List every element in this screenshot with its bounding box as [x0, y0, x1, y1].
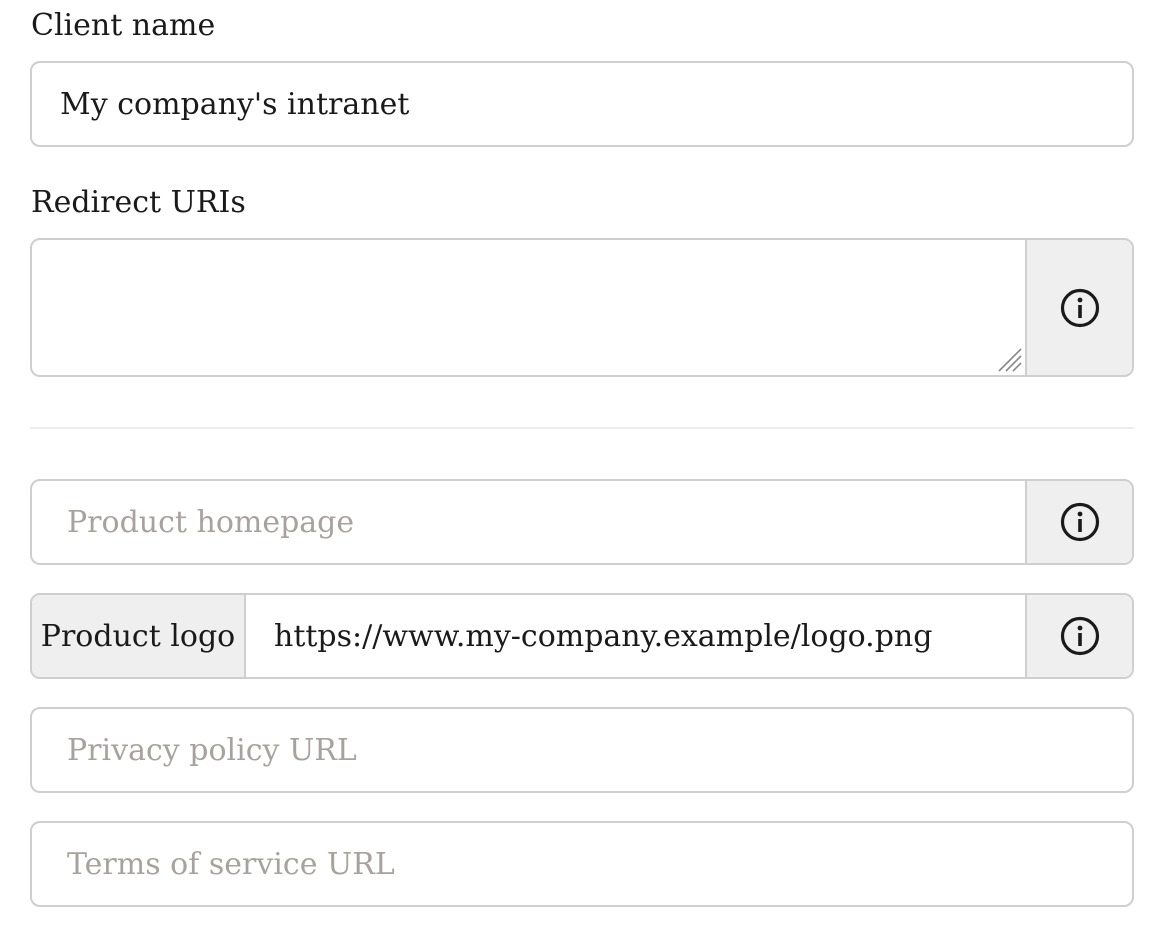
client-name-input[interactable]: My company's intranet	[30, 61, 1134, 147]
product-homepage-info-button[interactable]	[1025, 481, 1132, 563]
section-divider	[30, 427, 1134, 429]
product-logo-input[interactable]: https://www.my-company.example/logo.png	[246, 595, 1025, 677]
privacy-policy-group: Privacy policy URL	[30, 707, 1134, 793]
redirect-uris-info-button[interactable]	[1025, 240, 1132, 375]
product-logo-group: Product logo https://www.my-company.exam…	[30, 593, 1134, 679]
info-circle-icon	[1060, 616, 1099, 656]
redirect-uris-group	[30, 238, 1134, 377]
redirect-uris-textarea[interactable]	[32, 240, 1025, 375]
redirect-uris-label: Redirect URIs	[31, 185, 246, 220]
client-name-label: Client name	[31, 8, 216, 43]
client-name-value[interactable]: My company's intranet	[32, 63, 1132, 145]
resize-grip-icon[interactable]	[995, 345, 1023, 373]
product-homepage-group: Product homepage	[30, 479, 1134, 565]
product-logo-info-button[interactable]	[1025, 595, 1132, 677]
terms-of-service-input[interactable]: Terms of service URL	[32, 823, 1132, 905]
terms-of-service-group: Terms of service URL	[30, 821, 1134, 907]
info-circle-icon	[1060, 502, 1099, 542]
info-circle-icon	[1060, 288, 1099, 327]
privacy-policy-input[interactable]: Privacy policy URL	[32, 709, 1132, 791]
product-homepage-input[interactable]: Product homepage	[32, 481, 1025, 563]
product-logo-addon-label: Product logo	[32, 595, 246, 677]
